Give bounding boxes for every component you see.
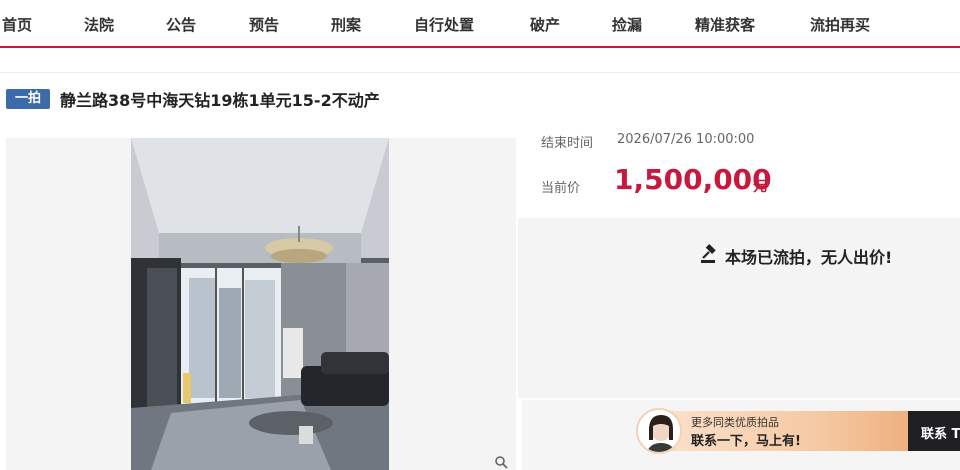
gavel-icon xyxy=(701,244,716,263)
nav-item-bargain[interactable]: 捡漏 xyxy=(612,14,642,35)
agent-avatar xyxy=(636,408,682,454)
nav-item-bankruptcy[interactable]: 破产 xyxy=(530,14,560,35)
listing-title: 静兰路38号中海天钻19栋1单元15-2不动产 xyxy=(60,91,380,110)
current-price-value: 1,500,000 xyxy=(614,163,772,196)
nav-item-criminal[interactable]: 刑案 xyxy=(331,14,361,35)
magnifier-icon[interactable] xyxy=(494,455,508,469)
auction-status-text: 本场已流拍，无人出价! xyxy=(725,248,893,267)
nav-item-self-disposal[interactable]: 自行处置 xyxy=(414,14,474,35)
property-photo[interactable] xyxy=(131,138,389,470)
nav-item-precise-leads[interactable]: 精准获客 xyxy=(695,14,755,35)
end-time-label: 结束时间 xyxy=(541,136,594,151)
section-divider xyxy=(0,72,960,73)
image-gallery xyxy=(6,138,516,470)
end-time-value: 2026/07/26 10:00:00 xyxy=(617,132,755,147)
nav-item-rebuy[interactable]: 流拍再买 xyxy=(810,14,870,35)
nav-item-court[interactable]: 法院 xyxy=(84,14,114,35)
nav-item-preview[interactable]: 预告 xyxy=(249,14,279,35)
contact-button[interactable]: 联系 T xyxy=(921,423,960,442)
contact-promo-line: 更多同类优质拍品 xyxy=(691,416,779,429)
price-unit: 元 xyxy=(753,179,767,195)
current-price-label: 当前价 xyxy=(541,181,581,196)
contact-headline: 联系一下，马上有! xyxy=(691,434,801,449)
nav-item-announcement[interactable]: 公告 xyxy=(166,14,196,35)
auction-round-badge: 一拍 xyxy=(6,89,50,109)
top-navigation: 首页 法院 公告 预告 刑案 自行处置 破产 捡漏 精准获客 流拍再买 xyxy=(0,0,960,48)
nav-item-home[interactable]: 首页 xyxy=(2,14,32,35)
